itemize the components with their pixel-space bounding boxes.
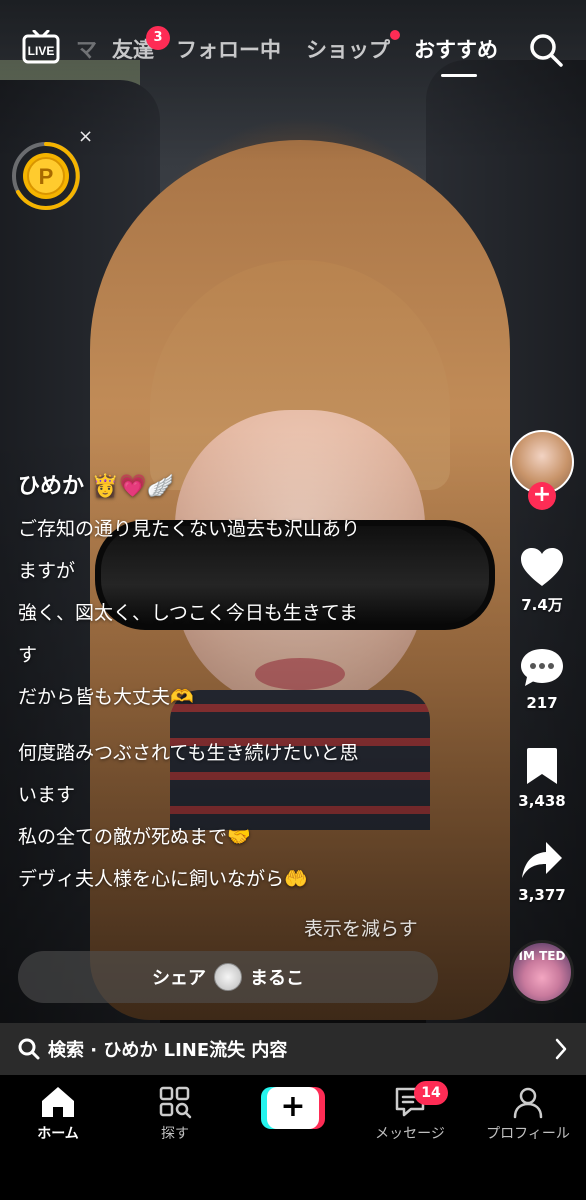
sharer-name: まるこ [250,968,304,989]
nav-messages-label: メッセージ [375,1126,445,1142]
nav-messages[interactable]: メッセージ [355,1085,465,1143]
nav-home[interactable]: ホーム [3,1085,113,1143]
comment-count: 217 [526,694,558,712]
show-less-link[interactable]: 表示を減らす [304,914,418,941]
music-disc-label: IM TED [518,949,566,963]
share-pill-label: シェア [152,968,206,989]
bookmark-icon [527,748,557,784]
share-button[interactable]: 3,377 [504,840,580,904]
tab-shop[interactable]: ショップ [306,34,390,64]
sharer-avatar [214,963,242,991]
create-post-button[interactable]: + [261,1087,325,1129]
caption-line: ご存知の通り見たくない過去も沢山あり [18,518,361,540]
comment-icon [521,649,563,686]
caption-line: います [18,784,76,806]
coin-icon: P [12,142,80,210]
caption-line: デヴィ夫人様を心に飼いながら🤲 [18,868,308,890]
music-disc[interactable]: IM TED [510,940,574,1004]
username-text: ひめか [18,474,85,499]
heart-icon [521,548,563,586]
profile-icon [513,1087,543,1119]
bottom-navigation: ホーム 探す + メッセージ 14 プロフィール [0,1075,586,1200]
caption-line: 私の全ての敵が死ぬまで🤝 [18,826,251,848]
share-arrow-icon [522,842,562,878]
discover-grid-icon [159,1086,192,1119]
username-emojis: 👸💗🪽 [91,474,174,499]
reward-coin-widget[interactable]: P [10,140,82,212]
caption-line: ますが [18,560,76,582]
share-count: 3,377 [518,886,566,904]
search-icon[interactable] [528,32,564,68]
follow-button[interactable]: + [528,482,556,510]
tab-recommended[interactable]: おすすめ [414,34,498,64]
home-icon [42,1087,74,1117]
search-suggestion-banner[interactable]: 検索 · ひめか LINE流失 内容 [0,1023,586,1075]
caption-line: 強く、図太く、しつこく今日も生きてま [18,602,358,624]
caption-line: 何度踏みつぶされても生き続けたいと思 [18,742,359,764]
tab-partial-hidden[interactable]: マ [76,34,97,64]
caption-paragraph-gap [18,718,438,732]
comment-button[interactable]: 217 [504,646,580,712]
nav-profile-label: プロフィール [486,1126,570,1142]
coin-letter: P [39,164,54,189]
nav-discover[interactable]: 探す [120,1085,230,1143]
friends-badge: 3 [146,26,170,50]
bookmark-count: 3,438 [518,792,566,810]
nav-profile[interactable]: プロフィール [473,1085,583,1143]
like-count: 7.4万 [521,596,563,614]
shared-by-pill[interactable]: シェア まるこ [18,951,438,1003]
creator-username[interactable]: ひめか 👸💗🪽 [18,468,174,500]
like-button[interactable]: 7.4万 [504,546,580,615]
active-tab-indicator [441,74,477,77]
top-feed-tabs: LIVE マ 友達 3 フォロー中 ショップ おすすめ [0,20,586,77]
search-suggestion-text: 検索 · ひめか LINE流失 内容 [48,1040,288,1061]
caption-line: す [18,644,38,666]
messages-badge: 14 [414,1081,448,1105]
plus-icon: + [267,1087,319,1129]
live-tv-icon[interactable]: LIVE [22,30,60,64]
nav-home-label: ホーム [37,1126,79,1142]
tab-following[interactable]: フォロー中 [176,34,281,64]
caption-line: だから皆も大丈夫🫶 [18,686,194,708]
nav-discover-label: 探す [161,1126,189,1142]
shop-notification-dot [390,30,400,40]
live-label: LIVE [28,44,55,58]
bookmark-button[interactable]: 3,438 [504,746,580,810]
search-icon [18,1038,40,1060]
post-caption[interactable]: ご存知の通り見たくない過去も沢山あり ますが 強く、図太く、しつこく今日も生きて… [18,508,438,900]
chevron-right-icon [555,1038,567,1060]
coin-close-icon[interactable]: × [78,126,93,147]
